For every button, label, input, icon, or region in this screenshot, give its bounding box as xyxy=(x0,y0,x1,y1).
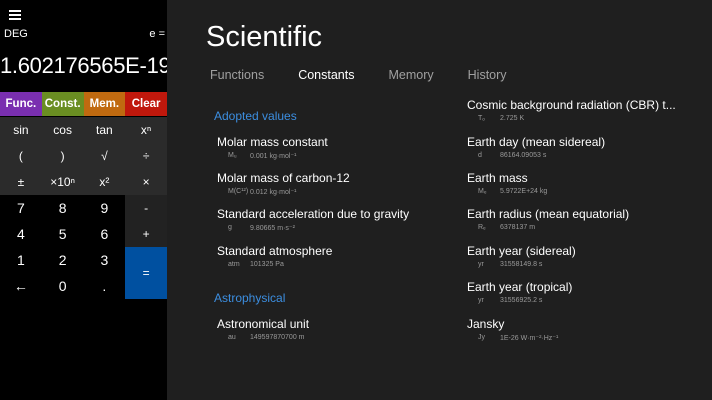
constant-name: Earth radius (mean equatorial) xyxy=(467,207,630,221)
digit-5-key[interactable]: 5 xyxy=(41,221,84,247)
constant-symbol: d xyxy=(478,152,482,159)
tab-constants[interactable]: Constants xyxy=(298,68,354,82)
constant-value: 2.725 K xyxy=(500,115,525,122)
constant-value: 101325 Pa xyxy=(250,261,284,268)
square-key[interactable]: x² xyxy=(83,169,126,195)
constant-item[interactable]: Earth mass Mₑ 5.9722E+24 kg xyxy=(467,171,702,195)
tan-key[interactable]: tan xyxy=(83,117,126,143)
constant-name: Jansky xyxy=(467,317,505,331)
digit-4-key[interactable]: 4 xyxy=(0,221,42,247)
digit-6-key[interactable]: 6 xyxy=(83,221,126,247)
constant-symbol: atm xyxy=(228,261,240,268)
constant-name: Earth year (sidereal) xyxy=(467,244,576,258)
hamburger-menu-icon[interactable] xyxy=(9,10,21,20)
sqrt-key[interactable]: √ xyxy=(83,143,126,169)
constant-value: 6378137 m xyxy=(500,224,536,231)
constant-name: Standard acceleration due to gravity xyxy=(217,207,410,221)
constant-item[interactable]: Earth year (tropical) yr 31556925.2 s xyxy=(467,280,702,304)
constant-name: Standard atmosphere xyxy=(217,244,333,258)
backspace-key[interactable]: ← xyxy=(0,273,42,299)
constant-value: 0.012 kg·mol⁻¹ xyxy=(250,189,297,196)
constant-name: Molar mass of carbon-12 xyxy=(217,171,350,185)
constant-symbol: Tₒ xyxy=(478,115,485,122)
digit-9-key[interactable]: 9 xyxy=(83,195,126,221)
digit-1-key[interactable]: 1 xyxy=(0,247,42,273)
calculator-pane: DEG e = 1.602176565E-19 Func. Const. Mem… xyxy=(0,0,167,400)
close-paren-key[interactable]: ) xyxy=(41,143,84,169)
constant-item[interactable]: Standard atmosphere atm 101325 Pa xyxy=(217,244,452,268)
keypad: sin cos tan xⁿ ( ) √ ÷ ± ×10ⁿ x² × 7 8 9… xyxy=(0,117,167,299)
digit-8-key[interactable]: 8 xyxy=(41,195,84,221)
memory-button[interactable]: Mem. xyxy=(83,92,126,116)
constant-symbol: au xyxy=(228,334,236,341)
sin-key[interactable]: sin xyxy=(0,117,42,143)
divide-key[interactable]: ÷ xyxy=(125,143,167,169)
constant-name: Earth day (mean sidereal) xyxy=(467,135,606,149)
constant-name: Earth mass xyxy=(467,171,528,185)
expression-display: e = xyxy=(149,28,165,40)
constant-symbol: Mₑ xyxy=(478,188,487,195)
digit-7-key[interactable]: 7 xyxy=(0,195,42,221)
constant-symbol: M(C¹²) xyxy=(228,188,249,195)
constant-symbol: g xyxy=(228,224,232,231)
constant-symbol: yr xyxy=(478,297,484,304)
constant-name: Molar mass constant xyxy=(217,135,328,149)
constant-value: 9.80665 m·s⁻² xyxy=(250,225,295,232)
tab-memory[interactable]: Memory xyxy=(388,68,433,82)
constant-symbol: Mᵤ xyxy=(228,152,237,159)
times-ten-power-key[interactable]: ×10ⁿ xyxy=(41,169,84,195)
constant-value: 1E-26 W·m⁻²·Hz⁻¹ xyxy=(500,335,559,342)
tab-functions[interactable]: Functions xyxy=(210,68,264,82)
clear-button[interactable]: Clear xyxy=(125,92,167,116)
functions-button[interactable]: Func. xyxy=(0,92,42,116)
constant-symbol: Rₑ xyxy=(478,224,486,231)
power-key[interactable]: xⁿ xyxy=(125,117,167,143)
digit-0-key[interactable]: 0 xyxy=(41,273,84,299)
negate-key[interactable]: ± xyxy=(0,169,42,195)
tab-history[interactable]: History xyxy=(468,68,507,82)
constant-value: 149597870700 m xyxy=(250,334,305,341)
constant-name: Cosmic background radiation (CBR) t... xyxy=(467,98,676,112)
scientific-panel: Scientific Functions Constants Memory Hi… xyxy=(167,0,712,400)
constant-item[interactable]: Earth day (mean sidereal) d 86164.09053 s xyxy=(467,135,702,159)
constant-item[interactable]: Earth year (sidereal) yr 31558149.8 s xyxy=(467,244,702,268)
constant-item[interactable]: Standard acceleration due to gravity g 9.… xyxy=(217,207,452,232)
mode-button-row: Func. Const. Mem. Clear xyxy=(0,92,167,116)
constant-value: 0.001 kg·mol⁻¹ xyxy=(250,153,297,160)
constant-symbol: Jy xyxy=(478,334,485,341)
decimal-point-key[interactable]: . xyxy=(83,273,126,299)
digit-2-key[interactable]: 2 xyxy=(41,247,84,273)
section-heading-adopted-values: Adopted values xyxy=(214,109,297,123)
constant-item[interactable]: Astronomical unit au 149597870700 m xyxy=(217,317,452,341)
equals-key[interactable]: = xyxy=(125,247,167,299)
angle-mode-toggle[interactable]: DEG xyxy=(4,28,28,40)
constant-value: 86164.09053 s xyxy=(500,152,547,159)
constant-item[interactable]: Molar mass constant Mᵤ 0.001 kg·mol⁻¹ xyxy=(217,135,452,160)
constant-item[interactable]: Jansky Jy 1E-26 W·m⁻²·Hz⁻¹ xyxy=(467,317,702,342)
result-display: 1.602176565E-19 xyxy=(0,53,167,78)
constant-symbol: yr xyxy=(478,261,484,268)
constants-button[interactable]: Const. xyxy=(41,92,84,116)
constant-value: 31558149.8 s xyxy=(500,261,543,268)
tab-bar: Functions Constants Memory History xyxy=(210,68,541,82)
constant-item[interactable]: Earth radius (mean equatorial) Rₑ 6378137… xyxy=(467,207,702,231)
constant-value: 5.9722E+24 kg xyxy=(500,188,548,195)
open-paren-key[interactable]: ( xyxy=(0,143,42,169)
plus-key[interactable]: + xyxy=(125,221,167,247)
multiply-key[interactable]: × xyxy=(125,169,167,195)
digit-3-key[interactable]: 3 xyxy=(83,247,126,273)
minus-key[interactable]: - xyxy=(125,195,167,221)
constant-name: Earth year (tropical) xyxy=(467,280,573,294)
constant-item[interactable]: Molar mass of carbon-12 M(C¹²) 0.012 kg·m… xyxy=(217,171,452,196)
cos-key[interactable]: cos xyxy=(41,117,84,143)
constant-value: 31556925.2 s xyxy=(500,297,543,304)
section-heading-astrophysical: Astrophysical xyxy=(214,291,286,305)
constant-item[interactable]: Cosmic background radiation (CBR) t... T… xyxy=(467,98,702,122)
page-title: Scientific xyxy=(206,21,323,53)
constant-name: Astronomical unit xyxy=(217,317,310,331)
